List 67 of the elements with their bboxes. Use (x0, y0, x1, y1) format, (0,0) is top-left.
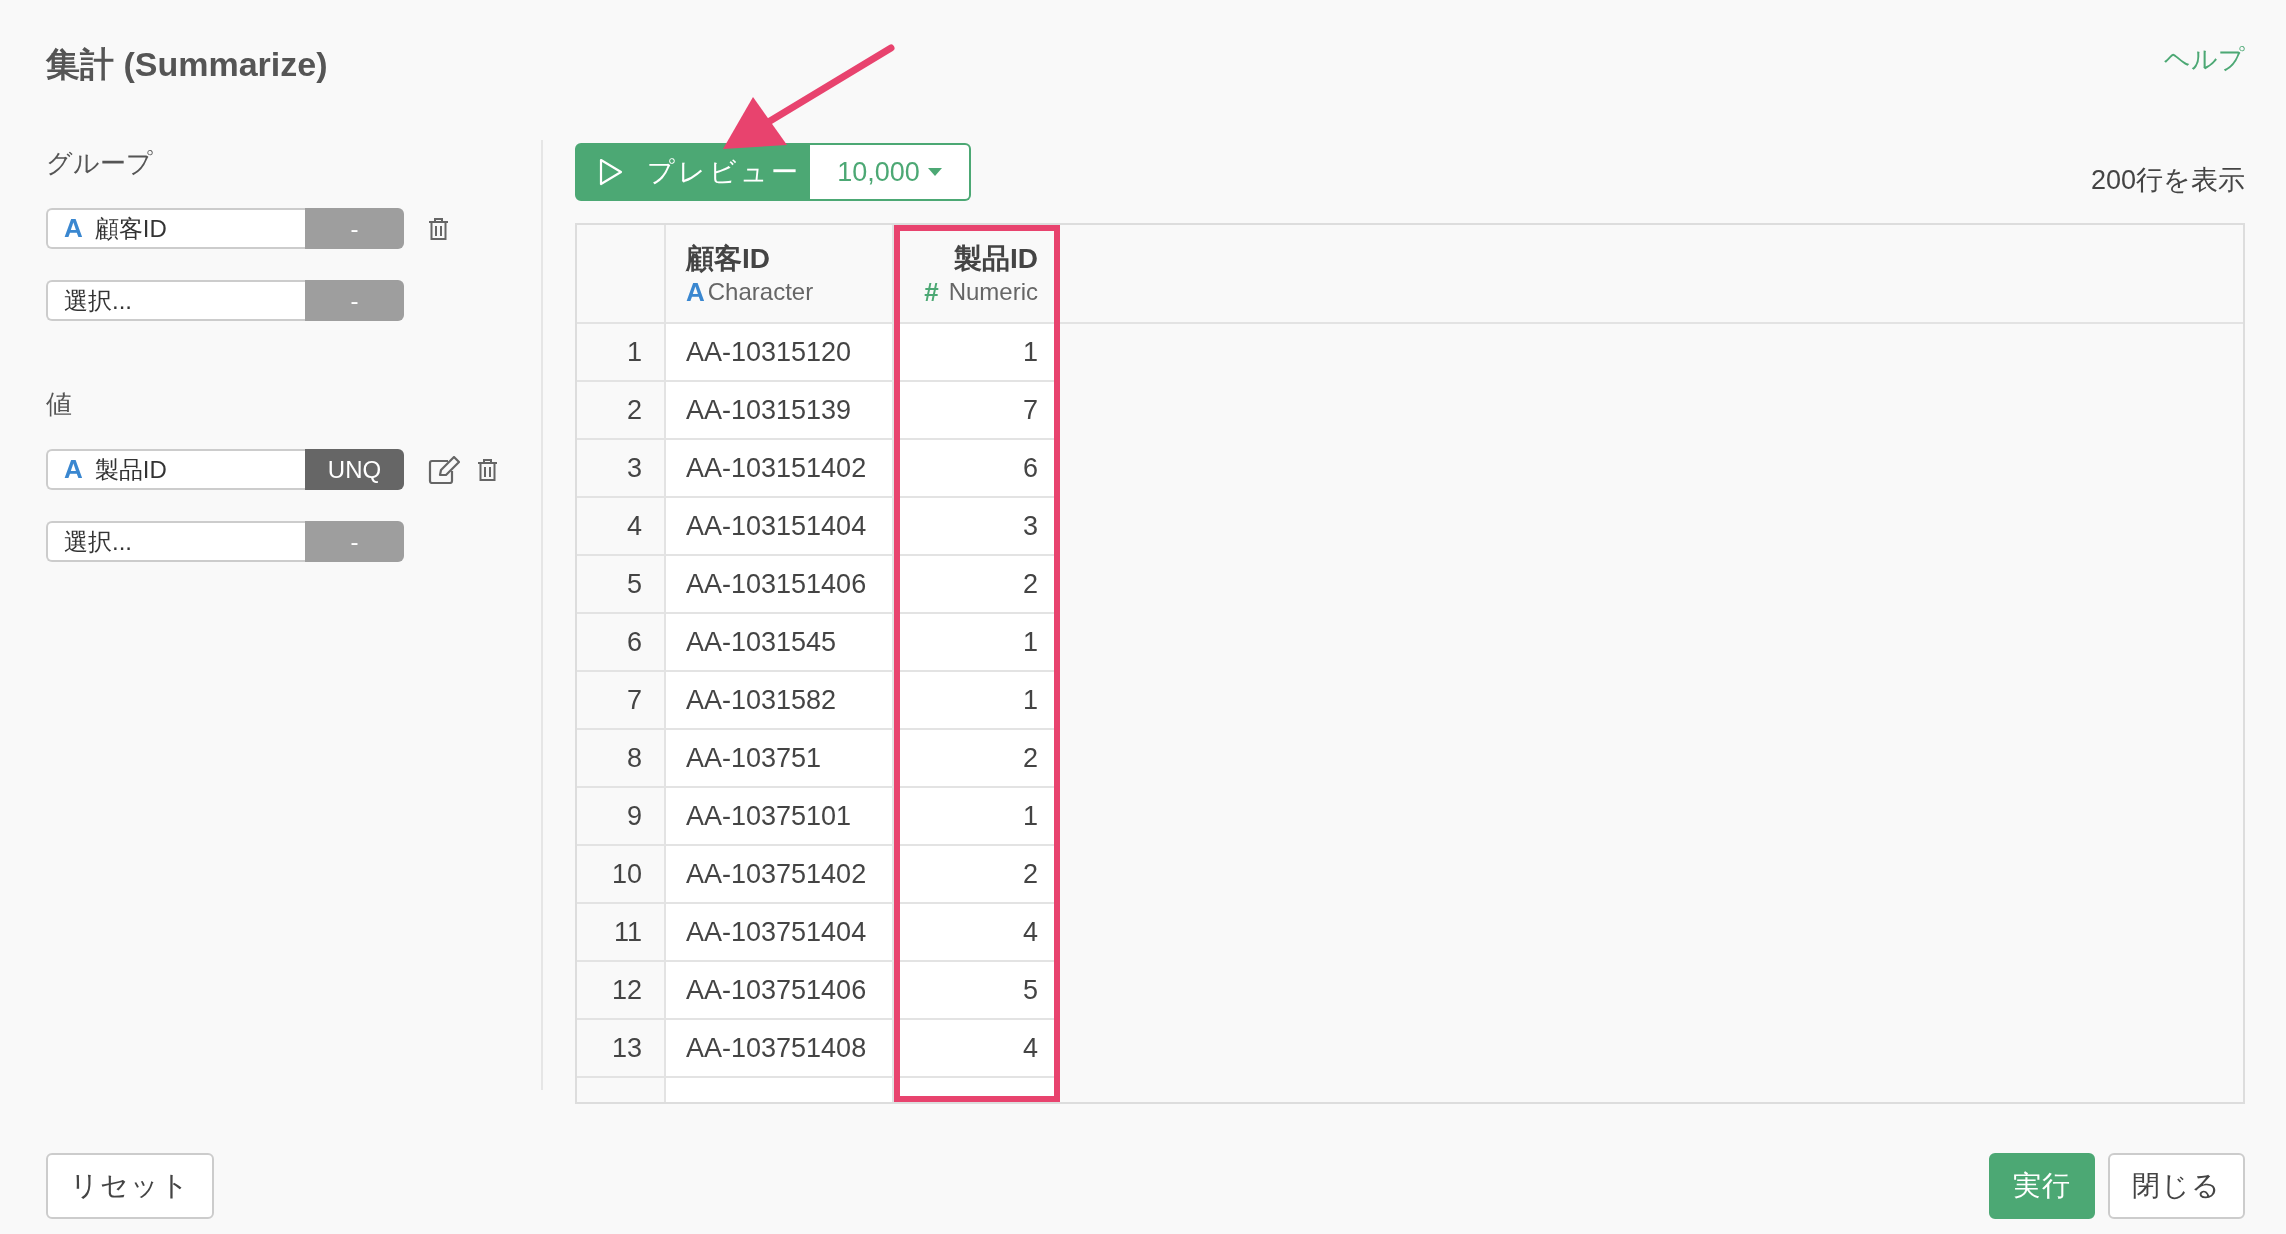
type-icon: A (686, 276, 705, 308)
table-cell: 2 (894, 846, 1058, 904)
column-header[interactable]: 顧客ID A Character (666, 225, 892, 324)
row-number: 7 (577, 672, 664, 730)
edit-icon[interactable] (428, 455, 460, 484)
table-cell: AA-1031582 (666, 672, 892, 730)
table-cell: 1 (894, 324, 1058, 382)
table-cell: AA-103751408 (666, 1020, 892, 1078)
table-cell: 1 (894, 614, 1058, 672)
row-number: 13 (577, 1020, 664, 1078)
row-number: 3 (577, 440, 664, 498)
table-cell: 1 (894, 788, 1058, 846)
table-cell: 1 (894, 672, 1058, 730)
column-select[interactable]: A 製品ID (46, 449, 305, 490)
row-number: 2 (577, 382, 664, 440)
column-type: Character (707, 277, 814, 307)
row-number: 5 (577, 556, 664, 614)
column-select[interactable]: 選択... (46, 280, 305, 321)
row-number: 6 (577, 614, 664, 672)
column-select[interactable]: 選択... (46, 521, 305, 562)
section-label: グループ (46, 147, 154, 180)
row-count-label: 200行を表示 (2090, 164, 2245, 197)
type-icon: A (64, 213, 83, 244)
table-cell: 2 (894, 556, 1058, 614)
type-icon: A (64, 454, 83, 485)
table-cell: 6 (894, 440, 1058, 498)
column-type: Numeric (948, 277, 1038, 307)
table-cell: 7 (894, 382, 1058, 440)
table-cell: AA-103151402 (666, 440, 892, 498)
table-cell: 3 (894, 498, 1058, 556)
row-number: 12 (577, 962, 664, 1020)
function-button[interactable]: UNQ (305, 449, 404, 490)
table-cell: AA-10375101 (666, 788, 892, 846)
trash-icon[interactable] (477, 457, 498, 482)
table-cell: 4 (894, 1020, 1058, 1078)
column-name: 顧客ID (686, 242, 770, 276)
table-cell: AA-103751406 (666, 962, 892, 1020)
trash-icon[interactable] (428, 216, 449, 241)
preview-button[interactable]: プレビュー (575, 143, 810, 201)
table-cell: AA-103151406 (666, 556, 892, 614)
section-label: 値 (46, 388, 73, 421)
run-button[interactable]: 実行 (1989, 1153, 2095, 1219)
type-icon: # (924, 276, 939, 308)
row-number: 1 (577, 324, 664, 382)
table-cell: AA-10315139 (666, 382, 892, 440)
table-cell: AA-103751404 (666, 904, 892, 962)
column-name: 製品ID (954, 242, 1038, 276)
row-number: 9 (577, 788, 664, 846)
table-cell: AA-103751 (666, 730, 892, 788)
row-limit-dropdown[interactable]: 10,000 (810, 143, 971, 201)
column-select[interactable]: A 顧客ID (46, 208, 305, 249)
row-number: 4 (577, 498, 664, 556)
close-button[interactable]: 閉じる (2108, 1153, 2245, 1219)
row-number: 10 (577, 846, 664, 904)
table-cell: AA-103151404 (666, 498, 892, 556)
reset-button[interactable]: リセット (46, 1153, 214, 1219)
table-cell: AA-1031545 (666, 614, 892, 672)
table-cell: 5 (894, 962, 1058, 1020)
caret-icon (927, 168, 942, 176)
table-cell: AA-10315120 (666, 324, 892, 382)
play-icon (599, 158, 623, 186)
table-cell: 2 (894, 730, 1058, 788)
row-number: 8 (577, 730, 664, 788)
dialog-title: 集計 (Summarize) (46, 44, 328, 85)
table-cell: AA-103751402 (666, 846, 892, 904)
row-number: 11 (577, 904, 664, 962)
table-cell: 4 (894, 904, 1058, 962)
